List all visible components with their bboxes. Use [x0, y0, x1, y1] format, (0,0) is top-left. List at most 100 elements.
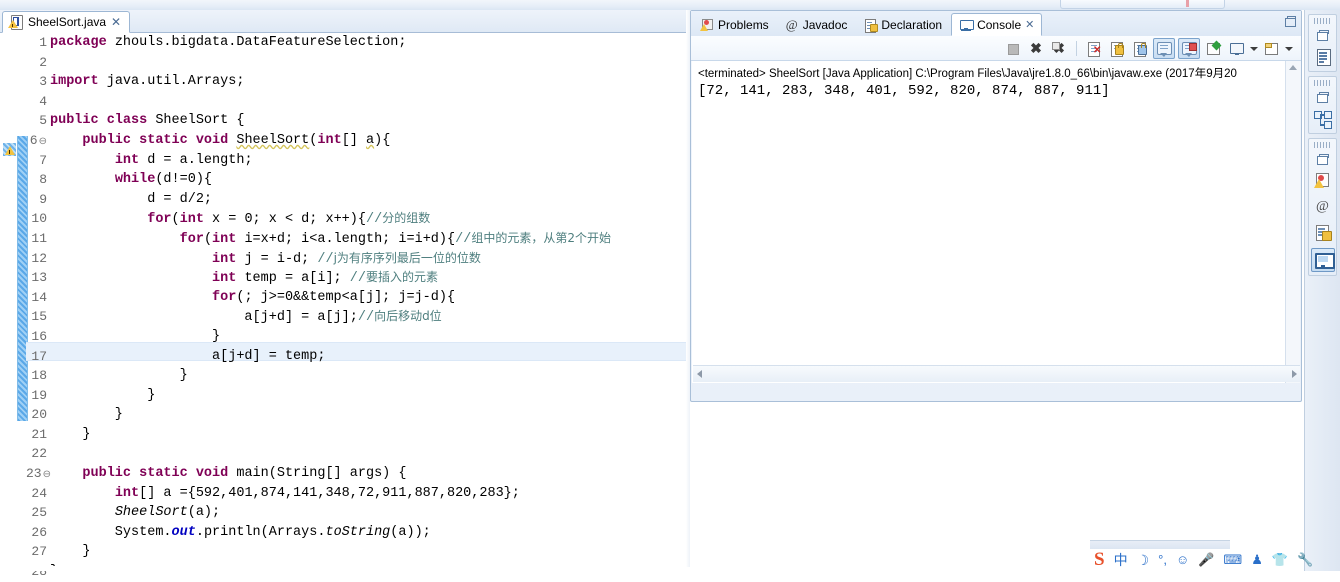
terminate-button[interactable]	[1003, 39, 1023, 58]
restore-icon[interactable]	[1315, 91, 1331, 104]
line-number: 21	[31, 426, 47, 442]
shirt-icon[interactable]: 👕	[1272, 553, 1288, 566]
code-token: j为有序序列最后一位的位数	[333, 250, 481, 265]
console-vertical-scrollbar[interactable]	[1285, 61, 1300, 383]
code-token: ){	[374, 132, 391, 148]
chinese-mode-icon[interactable]: 中	[1114, 553, 1128, 567]
clear-console-button[interactable]: ✕	[1084, 39, 1104, 58]
code-token: }	[50, 368, 188, 384]
code-token: int	[317, 132, 342, 148]
show-console-on-output-button[interactable]	[1153, 37, 1175, 59]
code-token: public static void	[82, 132, 237, 148]
fast-view-group	[1308, 14, 1337, 72]
drag-handle[interactable]	[1313, 142, 1332, 148]
restore-icon[interactable]	[1315, 29, 1331, 42]
scroll-up-arrow-icon[interactable]	[1289, 65, 1297, 70]
drag-handle[interactable]	[1313, 18, 1332, 24]
code-token: SheelSort	[114, 505, 188, 521]
show-console-on-error-button[interactable]	[1178, 37, 1200, 59]
code-text-area[interactable]: package zhouls.bigdata.DataFeatureSelect…	[50, 33, 688, 571]
problems-view-icon[interactable]	[1312, 170, 1334, 192]
editor-tab-sheelsort-java[interactable]: SheelSort.java ✕	[2, 11, 131, 33]
scroll-lock-button[interactable]	[1107, 39, 1127, 58]
view-tab-javadoc[interactable]: @ Javadoc	[778, 13, 855, 36]
console-text-area[interactable]: <terminated> SheelSort [Java Application…	[692, 61, 1300, 383]
code-token: d = a.length;	[139, 152, 253, 168]
type-hierarchy-view-icon[interactable]	[1312, 108, 1334, 130]
code-token: temp = a[i];	[236, 271, 350, 287]
console-icon	[959, 18, 975, 32]
warning-marker-icon[interactable]	[2, 143, 18, 157]
remove-launch-button[interactable]: ✖	[1026, 39, 1046, 58]
code-line: public static void main(String[] args) {	[50, 464, 688, 484]
emoji-icon[interactable]: ☺	[1176, 553, 1189, 566]
code-line: package zhouls.bigdata.DataFeatureSelect…	[50, 33, 688, 53]
code-token: //	[365, 212, 383, 228]
gutter-marker-column[interactable]	[0, 33, 18, 571]
skin-icon[interactable]: ♟	[1251, 553, 1263, 566]
code-token: zhouls.bigdata.DataFeatureSelection;	[114, 35, 407, 50]
close-icon[interactable]: ✕	[111, 16, 121, 28]
code-token: (	[203, 231, 213, 247]
code-line: }	[50, 425, 688, 445]
close-icon[interactable]: ✕	[1025, 18, 1034, 31]
soft-keyboard-icon[interactable]: ⌨	[1223, 553, 1242, 566]
console-view-icon[interactable]	[1310, 248, 1335, 272]
view-tab-label: Javadoc	[802, 17, 848, 32]
console-horizontal-scrollbar[interactable]	[693, 365, 1300, 382]
sogou-logo-icon[interactable]: S	[1094, 550, 1105, 569]
line-number: 22	[31, 446, 47, 462]
remove-all-terminated-button[interactable]: ✖	[1049, 39, 1069, 58]
fast-view-bar: @	[1304, 10, 1340, 571]
view-tab-label: Problems	[718, 17, 769, 32]
code-token: System.	[50, 524, 172, 540]
line-number: 24	[31, 485, 47, 501]
voice-input-icon[interactable]: 🎤	[1198, 553, 1214, 566]
fold-toggle-icon[interactable]: ⊖	[39, 137, 47, 148]
editor-tab-bar: SheelSort.java ✕	[0, 10, 688, 33]
moon-icon[interactable]: ☽	[1137, 553, 1150, 567]
code-line: public static void SheelSort(int[] a){	[50, 131, 688, 151]
code-token: java.util.Arrays;	[106, 74, 245, 90]
code-token: }	[50, 426, 91, 442]
scroll-right-arrow-icon[interactable]	[1292, 370, 1297, 378]
code-token: (a);	[187, 505, 221, 521]
word-wrap-button[interactable]	[1130, 39, 1150, 58]
line-number: 5	[39, 113, 47, 129]
open-console-button[interactable]	[1261, 39, 1281, 58]
declaration-view-icon[interactable]	[1312, 222, 1334, 244]
toolbar-remnant	[1060, 0, 1225, 9]
pin-console-button[interactable]	[1203, 39, 1223, 58]
chevron-down-icon[interactable]	[1249, 39, 1258, 58]
tools-icon[interactable]: 🔧	[1297, 553, 1313, 566]
code-token: i=x+d; i<a.length; i=i+d){	[236, 231, 456, 247]
display-selected-console-button[interactable]	[1226, 39, 1246, 58]
ime-toolbar[interactable]: S 中 ☽ °, ☺ 🎤 ⌨ ♟ 👕 🔧	[1090, 548, 1340, 571]
view-tab-problems[interactable]: Problems	[693, 13, 776, 36]
view-stack-panel: Problems @ Javadoc Declaration Console ✕ ✖ ✖ ✕ …	[690, 10, 1302, 402]
line-number: 18	[31, 368, 47, 384]
code-line: }	[50, 542, 688, 562]
outline-view-icon[interactable]	[1312, 46, 1334, 68]
javadoc-view-icon[interactable]: @	[1312, 196, 1334, 218]
code-token: int	[114, 485, 140, 501]
restore-icon[interactable]	[1315, 153, 1331, 166]
code-line: for(; j>=0&&temp<a[j]; j=j-d){	[50, 288, 688, 308]
chevron-down-icon[interactable]	[1284, 39, 1293, 58]
restore-view-icon[interactable]	[1283, 15, 1296, 28]
view-tab-console[interactable]: Console ✕	[951, 13, 1043, 36]
scroll-left-arrow-icon[interactable]	[697, 370, 702, 378]
code-line: while(d!=0){	[50, 170, 688, 190]
line-number: 14	[31, 289, 47, 305]
code-token: import	[50, 74, 107, 90]
punctuation-icon[interactable]: °,	[1158, 553, 1167, 566]
code-token: (	[171, 212, 180, 228]
view-tab-declaration[interactable]: Declaration	[856, 13, 949, 36]
drag-handle[interactable]	[1313, 80, 1332, 86]
